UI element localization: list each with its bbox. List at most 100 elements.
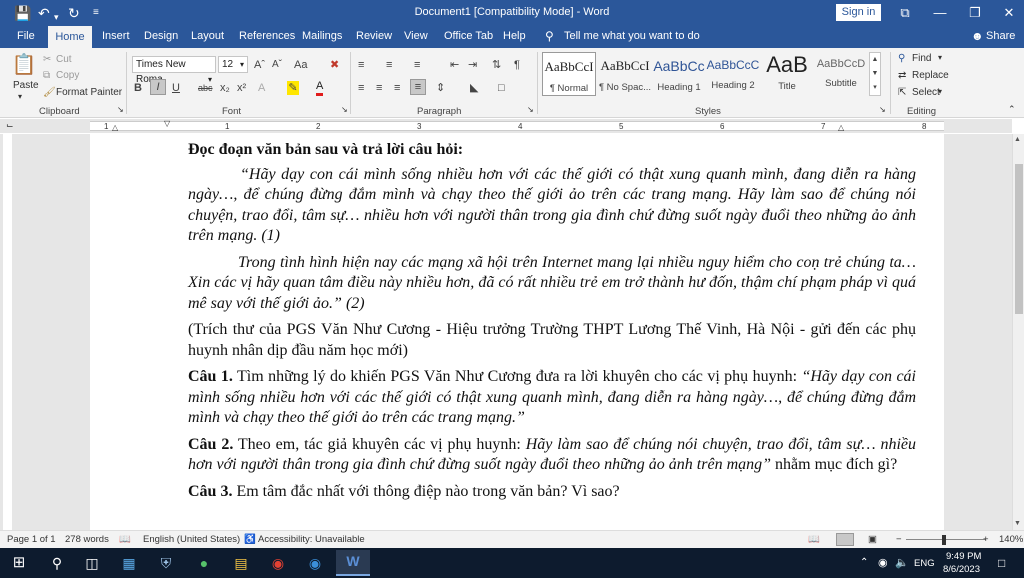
- cut-button[interactable]: Cut: [56, 54, 72, 65]
- tab-office-tab[interactable]: Office Tab: [444, 30, 493, 42]
- tab-review[interactable]: Review: [356, 30, 392, 42]
- format-painter-icon[interactable]: 🖌: [43, 87, 56, 98]
- chevron-up-icon[interactable]: ▲: [870, 53, 880, 67]
- tab-home[interactable]: Home: [48, 26, 92, 48]
- tab-layout[interactable]: Layout: [191, 30, 224, 42]
- replace-icon[interactable]: ⇄: [898, 70, 906, 81]
- align-center-icon[interactable]: ≡: [376, 81, 382, 95]
- shrink-font-icon[interactable]: Aˇ: [272, 58, 282, 72]
- tab-file[interactable]: File: [17, 30, 35, 42]
- read-mode-icon[interactable]: 📖: [808, 534, 820, 545]
- word-count[interactable]: 278 words: [65, 534, 109, 545]
- ribbon-display-options-icon[interactable]: ⧉: [890, 3, 920, 23]
- italic-icon[interactable]: I: [150, 79, 166, 95]
- tell-me-search[interactable]: Tell me what you want to do: [564, 30, 700, 42]
- clear-formatting-icon[interactable]: ✖: [330, 58, 339, 72]
- text-effects-icon[interactable]: A: [258, 81, 265, 95]
- language-indicator[interactable]: ENG: [914, 558, 935, 569]
- style-heading-2[interactable]: AaBbCcC Heading 2: [706, 52, 760, 96]
- restore-button[interactable]: ❐: [960, 3, 990, 23]
- first-line-indent-marker[interactable]: ▽: [164, 119, 170, 128]
- zoom-in-icon[interactable]: +: [983, 534, 989, 545]
- cut-icon[interactable]: ✂: [43, 54, 51, 65]
- font-size-select[interactable]: 12 ▾: [218, 56, 248, 73]
- zoom-slider[interactable]: [906, 539, 986, 540]
- scroll-up-icon[interactable]: ▲: [1014, 136, 1021, 143]
- volume-icon[interactable]: 🔈: [895, 556, 909, 569]
- minimize-button[interactable]: —: [925, 3, 955, 23]
- tray-overflow-icon[interactable]: ⌃: [860, 557, 868, 568]
- numbering-icon[interactable]: ≡: [386, 58, 392, 72]
- find-icon[interactable]: ⚲: [898, 53, 905, 64]
- borders-icon[interactable]: □: [498, 81, 505, 95]
- print-layout-icon[interactable]: [836, 533, 854, 546]
- accessibility-status[interactable]: Accessibility: Unavailable: [258, 534, 365, 545]
- style-no-spacing[interactable]: AaBbCcI ¶ No Spac...: [598, 52, 652, 96]
- chrome-icon[interactable]: ◉: [265, 552, 291, 574]
- sort-icon[interactable]: ⇅: [492, 58, 501, 72]
- chevron-down-icon[interactable]: ▾: [938, 53, 942, 62]
- app-green-icon[interactable]: ●: [191, 552, 217, 574]
- paste-button[interactable]: Paste: [13, 80, 39, 91]
- tab-mailings[interactable]: Mailings: [302, 30, 342, 42]
- bullets-icon[interactable]: ≡: [358, 58, 364, 72]
- copy-button[interactable]: Copy: [56, 70, 79, 81]
- styles-gallery-scroll[interactable]: ▲ ▼ ▾: [869, 52, 881, 96]
- copy-icon[interactable]: ⧉: [43, 70, 50, 81]
- underline-icon[interactable]: U: [172, 81, 180, 95]
- multilevel-list-icon[interactable]: ≡: [414, 58, 420, 72]
- security-shield-icon[interactable]: ⛨: [153, 552, 179, 574]
- more-styles-icon[interactable]: ▾: [870, 81, 880, 95]
- left-indent-marker[interactable]: △: [112, 123, 118, 132]
- align-right-icon[interactable]: ≡: [394, 81, 400, 95]
- document-body[interactable]: Đọc đoạn văn bản sau và trả lời câu hỏi:…: [188, 140, 916, 502]
- file-explorer-icon[interactable]: ▤: [228, 552, 254, 574]
- style-heading-1[interactable]: AaBbCc Heading 1: [652, 52, 706, 96]
- bold-icon[interactable]: B: [134, 81, 142, 95]
- microsoft-store-icon[interactable]: ▦: [116, 552, 142, 574]
- font-launcher-icon[interactable]: ↘: [341, 105, 348, 114]
- clipboard-launcher-icon[interactable]: ↘: [117, 105, 124, 114]
- format-painter-button[interactable]: Format Painter: [56, 87, 122, 98]
- proofing-icon[interactable]: 📖: [119, 534, 131, 545]
- select-icon[interactable]: ⇱: [898, 87, 906, 98]
- language-indicator[interactable]: English (United States): [143, 534, 240, 545]
- zoom-out-icon[interactable]: −: [896, 534, 902, 545]
- tab-design[interactable]: Design: [144, 30, 178, 42]
- sign-in-button[interactable]: Sign in: [836, 4, 881, 21]
- increase-indent-icon[interactable]: ⇥: [468, 58, 477, 72]
- zoom-slider-thumb[interactable]: [942, 535, 946, 545]
- tab-insert[interactable]: Insert: [102, 30, 130, 42]
- clock-date[interactable]: 8/6/2023: [943, 564, 980, 575]
- document-canvas[interactable]: Đọc đoạn văn bản sau và trả lời câu hỏi:…: [14, 134, 1012, 530]
- tab-references[interactable]: References: [239, 30, 295, 42]
- paste-dropdown-icon[interactable]: ▾: [18, 92, 22, 101]
- network-icon[interactable]: ◉: [878, 556, 888, 569]
- tab-selector-icon[interactable]: ⌙: [6, 120, 14, 131]
- chevron-down-icon[interactable]: ▾: [938, 87, 942, 96]
- replace-button[interactable]: Replace: [912, 70, 949, 81]
- zoom-level[interactable]: 140%: [999, 534, 1023, 545]
- style-title[interactable]: AaB Title: [760, 52, 814, 96]
- show-formatting-marks-icon[interactable]: ¶: [514, 58, 520, 72]
- paste-icon[interactable]: 📋: [10, 52, 38, 78]
- grow-font-icon[interactable]: Aˆ: [254, 58, 265, 72]
- highlight-icon[interactable]: ✎: [287, 81, 299, 95]
- justify-icon[interactable]: ≡: [410, 79, 426, 95]
- find-button[interactable]: Find: [912, 53, 931, 64]
- align-left-icon[interactable]: ≡: [358, 81, 364, 95]
- share-button[interactable]: Share: [986, 30, 1015, 42]
- clock-time[interactable]: 9:49 PM: [946, 551, 981, 562]
- style-normal[interactable]: AaBbCcI ¶ Normal: [542, 52, 596, 96]
- document-page[interactable]: Đọc đoạn văn bản sau và trả lời câu hỏi:…: [90, 134, 944, 530]
- subscript-icon[interactable]: x₂: [220, 81, 230, 95]
- word-taskbar-icon[interactable]: W: [336, 550, 370, 576]
- style-subtitle[interactable]: AaBbCcD Subtitle: [814, 52, 868, 96]
- font-color-icon[interactable]: A: [316, 79, 324, 96]
- vertical-scrollbar[interactable]: ▲ ▼: [1012, 134, 1024, 530]
- line-spacing-icon[interactable]: ⇕: [436, 81, 445, 95]
- task-view-icon[interactable]: ◫: [79, 552, 105, 574]
- font-family-select[interactable]: Times New Roma ▾: [132, 56, 216, 85]
- right-indent-marker[interactable]: △: [838, 123, 844, 132]
- shading-icon[interactable]: ◣: [470, 81, 478, 95]
